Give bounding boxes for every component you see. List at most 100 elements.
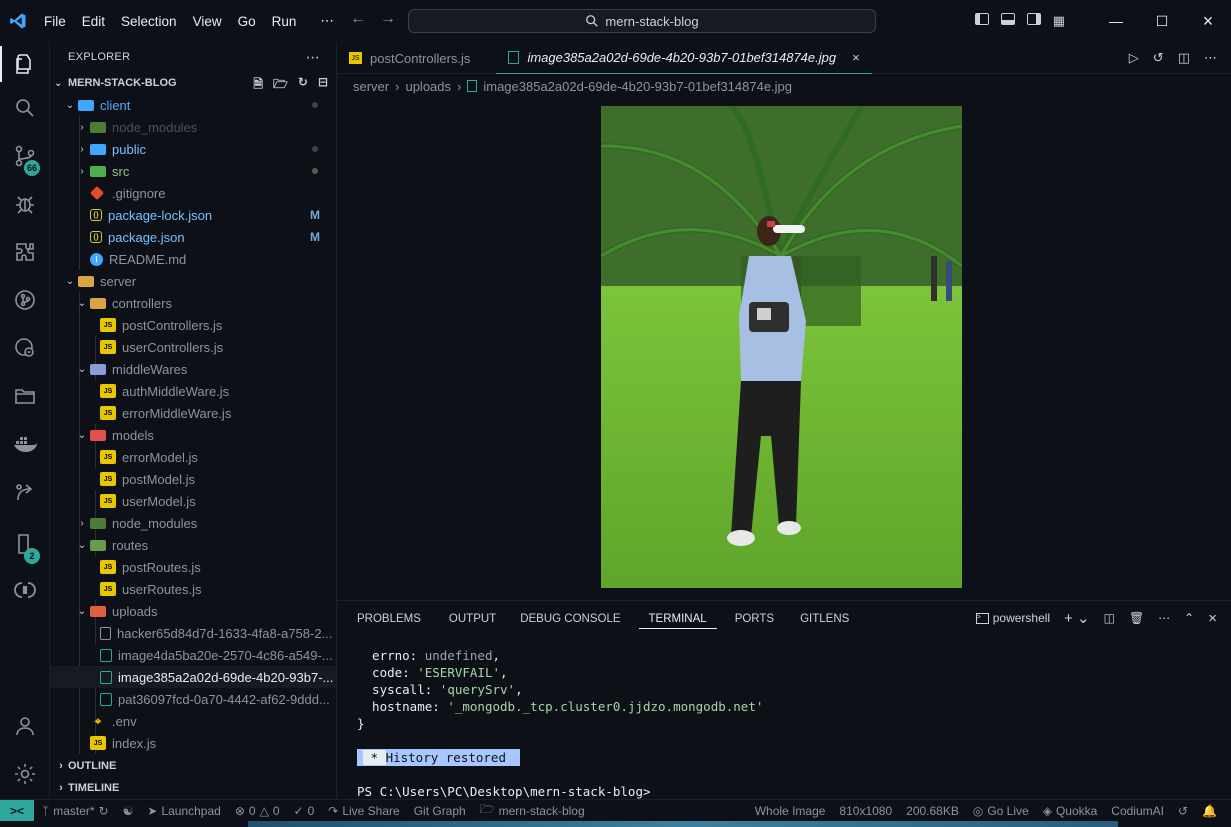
tree-file-postroutes[interactable]: JS postRoutes.js xyxy=(50,556,336,578)
run-debug-icon[interactable] xyxy=(0,182,50,226)
panel-more-icon[interactable]: ⋯ xyxy=(1158,611,1170,625)
tree-folder-src[interactable]: › src xyxy=(50,160,336,182)
run-icon[interactable]: ▷ xyxy=(1129,50,1139,66)
tree-file-errormiddleware[interactable]: JS errorMiddleWare.js xyxy=(50,402,336,424)
new-terminal-icon[interactable]: + ⌄ xyxy=(1064,609,1090,627)
source-control-icon[interactable]: 66 xyxy=(0,134,50,178)
docker-icon[interactable] xyxy=(0,422,50,466)
close-tab-icon[interactable]: × xyxy=(852,50,860,65)
status-git-icon[interactable]: ☯ xyxy=(123,804,134,818)
tree-file-package-json[interactable]: {} package.json M xyxy=(50,226,336,248)
tree-folder-routes[interactable]: ⌄ routes xyxy=(50,534,336,556)
minimize-icon[interactable]: — xyxy=(1093,13,1139,29)
maximize-panel-icon[interactable]: ⌃ xyxy=(1184,611,1194,625)
search-sidebar-icon[interactable] xyxy=(0,86,50,130)
command-center-search[interactable]: mern-stack-blog xyxy=(408,9,876,33)
menu-edit[interactable]: Edit xyxy=(74,14,113,29)
tree-file-index[interactable]: JS index.js xyxy=(50,732,336,754)
tab-gitlens[interactable]: GITLENS xyxy=(790,609,859,629)
folder-explorer-icon[interactable] xyxy=(0,374,50,418)
tab-image[interactable]: image385a2a02d-69de-4b20-93b7-01bef31487… xyxy=(496,42,872,74)
timeline-history-icon[interactable]: ↺ xyxy=(1153,50,1164,66)
refresh-icon[interactable]: ↻ xyxy=(298,75,308,96)
tree-file-gitignore[interactable]: .gitignore xyxy=(50,182,336,204)
tree-file-errormodel[interactable]: JS errorModel.js xyxy=(50,446,336,468)
tree-file-upload-hacker[interactable]: hacker65d84d7d-1633-4fa8-a758-2... xyxy=(50,622,336,644)
tree-folder-uploads[interactable]: ⌄ uploads xyxy=(50,600,336,622)
timeline-section[interactable]: › TIMELINE xyxy=(50,777,337,799)
git-graph-icon[interactable] xyxy=(0,278,50,322)
forward-arrow-icon[interactable]: → xyxy=(380,10,396,28)
live-share-icon[interactable] xyxy=(0,470,50,514)
tree-folder-controllers[interactable]: ⌄ controllers xyxy=(50,292,336,314)
back-arrow-icon[interactable]: ← xyxy=(350,10,366,28)
outline-section[interactable]: › OUTLINE xyxy=(50,755,337,777)
menu-go[interactable]: Go xyxy=(230,14,264,29)
accounts-icon[interactable] xyxy=(0,704,50,748)
settings-gear-icon[interactable] xyxy=(0,752,50,796)
tab-postcontrollers[interactable]: JS postControllers.js xyxy=(337,42,482,74)
status-codium[interactable]: CodiumAI xyxy=(1111,804,1164,818)
notifications-bell-icon[interactable]: 🔔 xyxy=(1202,804,1217,818)
tree-file-usercontrollers[interactable]: JS userControllers.js xyxy=(50,336,336,358)
remote-explorer-icon[interactable] xyxy=(0,326,50,370)
tree-file-usermodel[interactable]: JS userModel.js xyxy=(50,490,336,512)
tree-file-postmodel[interactable]: JS postModel.js xyxy=(50,468,336,490)
close-window-icon[interactable]: × xyxy=(1185,11,1231,32)
tab-terminal[interactable]: TERMINAL xyxy=(638,609,717,629)
kill-terminal-trash-icon[interactable]: 🗑 xyxy=(1129,611,1144,625)
menu-selection[interactable]: Selection xyxy=(113,14,185,29)
split-terminal-icon[interactable]: ◫ xyxy=(1104,611,1115,625)
breadcrumb-server[interactable]: server xyxy=(353,79,389,94)
status-golive[interactable]: ◎ Go Live xyxy=(973,804,1029,818)
toggle-panel-icon[interactable] xyxy=(1000,13,1015,25)
new-folder-icon[interactable]: 🗁 xyxy=(273,75,288,96)
status-whole-image[interactable]: Whole Image xyxy=(755,804,826,818)
tree-file-upload-pat[interactable]: pat36097fcd-0a70-4442-af62-9ddd... xyxy=(50,688,336,710)
terminal-output[interactable]: errno: undefined, code: 'ESERVFAIL', sys… xyxy=(357,647,763,800)
tab-ports[interactable]: PORTS xyxy=(725,609,784,629)
tree-folder-client[interactable]: ⌄ client xyxy=(50,94,336,116)
status-branch[interactable]: ᛉ master* ↻ xyxy=(42,804,109,818)
tree-file-authmiddleware[interactable]: JS authMiddleWare.js xyxy=(50,380,336,402)
breadcrumb-uploads[interactable]: uploads xyxy=(405,79,451,94)
status-problems[interactable]: ⊗ 0 △ 0 xyxy=(235,804,280,818)
tab-problems[interactable]: PROBLEMS xyxy=(347,609,431,629)
pull-requests-icon[interactable]: 2 xyxy=(0,522,50,566)
status-ports[interactable]: ✓ 0 xyxy=(294,804,315,818)
terminal-shell-selector[interactable]: > powershell xyxy=(975,611,1050,625)
status-launchpad[interactable]: ➤ Launchpad xyxy=(147,804,220,818)
tree-file-userroutes[interactable]: JS userRoutes.js xyxy=(50,578,336,600)
tree-folder-server-node-modules[interactable]: › node_modules xyxy=(50,512,336,534)
gitlens-icon[interactable] xyxy=(0,568,50,612)
status-workspace[interactable]: 🗁 mern-stack-blog xyxy=(480,800,585,821)
tree-folder-middlewares[interactable]: ⌄ middleWares xyxy=(50,358,336,380)
menu-more[interactable]: ⋯ xyxy=(312,13,342,29)
tree-folder-models[interactable]: ⌄ models xyxy=(50,424,336,446)
tree-folder-public[interactable]: › public xyxy=(50,138,336,160)
menu-view[interactable]: View xyxy=(185,14,230,29)
status-liveshare[interactable]: ↷ Live Share xyxy=(328,804,399,818)
status-quokka[interactable]: ◈ Quokka xyxy=(1043,804,1098,818)
customize-layout-icon[interactable]: ▦ xyxy=(1053,13,1065,29)
editor-more-icon[interactable]: ⋯ xyxy=(1204,50,1217,66)
tab-output[interactable]: OUTPUT xyxy=(439,609,506,629)
project-root[interactable]: ⌄ MERN-STACK-BLOG 🗎 🗁 ↻ ⊟ xyxy=(50,72,336,94)
toggle-secondary-sidebar-icon[interactable] xyxy=(1026,13,1041,25)
history-icon[interactable]: ↺ xyxy=(1178,804,1188,818)
tree-file-env[interactable]: ⌖ .env xyxy=(50,710,336,732)
tree-file-upload-image385[interactable]: image385a2a02d-69de-4b20-93b7-... xyxy=(50,666,336,688)
tab-debug-console[interactable]: DEBUG CONSOLE xyxy=(510,609,630,629)
breadcrumb-file[interactable]: image385a2a02d-69de-4b20-93b7-01bef31487… xyxy=(483,79,792,94)
extensions-icon[interactable] xyxy=(0,230,50,274)
tree-folder-server[interactable]: ⌄ server xyxy=(50,270,336,292)
collapse-all-icon[interactable]: ⊟ xyxy=(318,75,328,96)
tree-file-upload-image4da[interactable]: image4da5ba20e-2570-4c86-a549-... xyxy=(50,644,336,666)
toggle-primary-sidebar-icon[interactable] xyxy=(974,13,989,25)
tree-file-package-lock[interactable]: {} package-lock.json M xyxy=(50,204,336,226)
close-panel-icon[interactable]: × xyxy=(1208,610,1217,627)
status-gitgraph[interactable]: Git Graph xyxy=(414,804,466,818)
tree-file-readme[interactable]: i README.md xyxy=(50,248,336,270)
split-editor-icon[interactable]: ◫ xyxy=(1178,50,1190,66)
new-file-icon[interactable]: 🗎 xyxy=(253,75,263,96)
